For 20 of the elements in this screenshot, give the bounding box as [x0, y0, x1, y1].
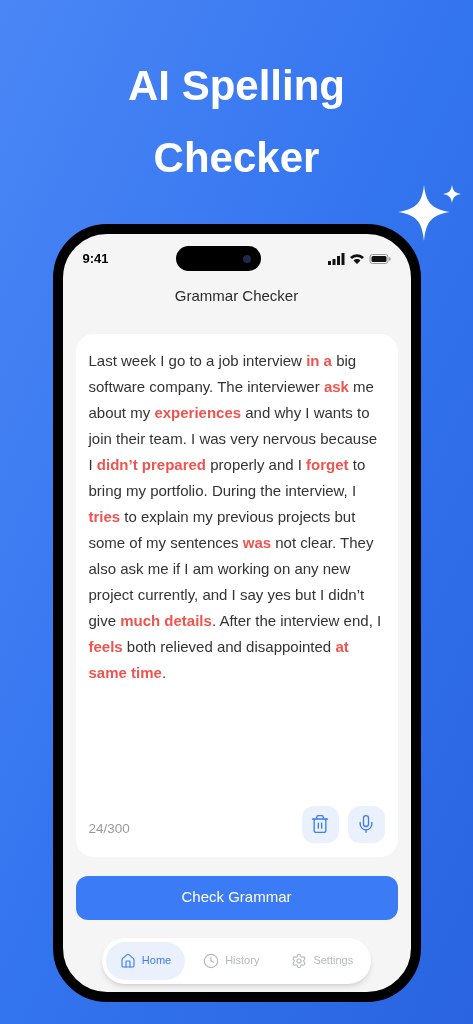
tab[interactable]: Home: [105, 941, 186, 980]
headline: Checker: [153, 133, 320, 183]
headline: AI Spelling: [128, 61, 345, 111]
microphone-button[interactable]: [347, 805, 385, 843]
text-editor[interactable]: [75, 333, 398, 857]
settings-icon: [291, 952, 308, 969]
screen-title: Grammar Checker: [174, 286, 299, 306]
status-time: 9:41: [82, 249, 109, 268]
trash-icon: [310, 814, 330, 834]
wifi-icon: [348, 252, 365, 265]
tab[interactable]: Settings: [277, 941, 368, 980]
clock-icon: [203, 952, 220, 969]
character-counter: 24/300: [88, 819, 130, 838]
battery-icon: [368, 252, 391, 265]
essay-text: Last week I go to a job interview in a big software company. The interviewer ask me about my experiences and why I wants to join their team. I was very nervous because I didn’t prepared properly and I forget to bring my portfolio. During the interview, I tries to explain my previous projects but some of my sentences was not clear. They also ask me if I am working on any new project currently, and I say yes but I didn’t give much details. After the interview end, I feels both relieved and disappointed at same time.: [88, 350, 383, 683]
delete-button[interactable]: [301, 805, 339, 843]
home-icon: [119, 952, 136, 969]
signal-icon: [327, 252, 345, 265]
tab[interactable]: History: [189, 941, 274, 980]
check-grammar-button[interactable]: Check Grammar: [75, 875, 398, 920]
